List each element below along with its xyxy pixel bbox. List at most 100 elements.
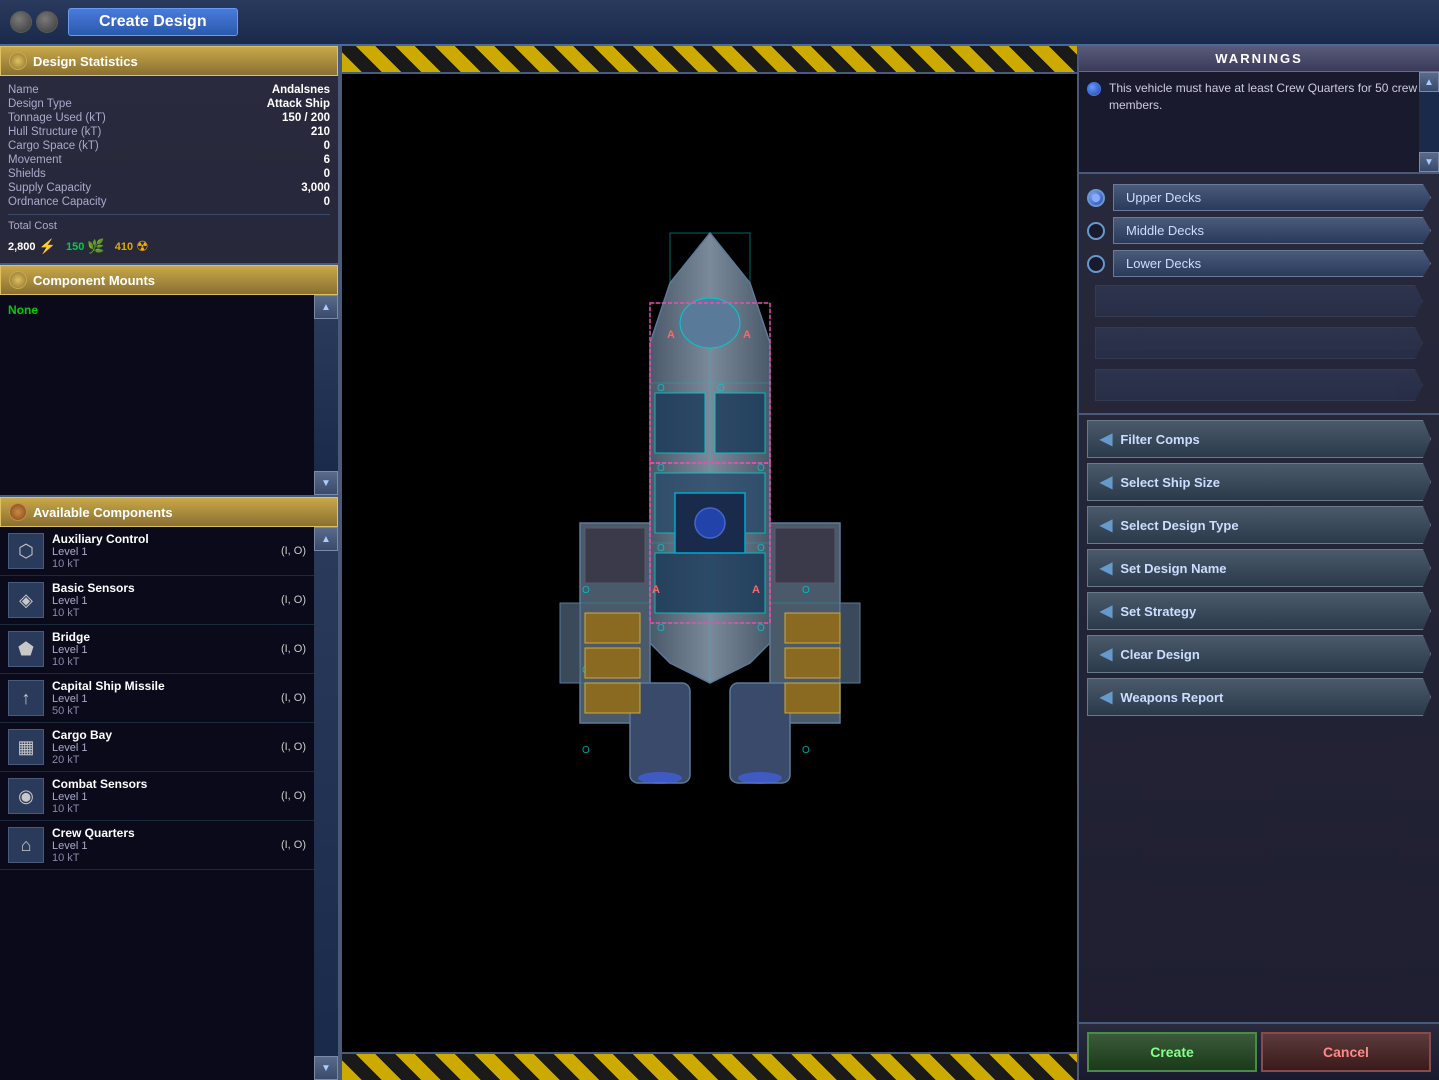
minimize-button[interactable] <box>10 11 32 33</box>
warnings-scrollbar[interactable]: ▲ ▼ <box>1419 72 1439 172</box>
action-buttons-section: ◀ Filter Comps ◀ Select Ship Size ◀ Sele… <box>1079 415 1439 1022</box>
deck-radio-lower[interactable] <box>1087 255 1105 273</box>
list-item[interactable]: ↑ Capital Ship Missile Level 1 50 kT (I,… <box>0 674 314 723</box>
credits-icon: ⚡ <box>39 238 56 255</box>
component-mounts-icon <box>9 271 27 289</box>
svg-text:O: O <box>657 463 665 474</box>
credits-cost: 2,800 ⚡ <box>8 238 56 255</box>
empty-deck-slot-2 <box>1095 327 1423 359</box>
stat-movement-value: 6 <box>324 154 330 166</box>
radioactives-value: 410 <box>115 241 133 253</box>
component-mount: (I, O) <box>281 643 306 655</box>
minerals-value: 150 <box>66 241 84 253</box>
stat-name: Name Andalsnes <box>8 84 330 96</box>
mounts-scroll-down[interactable]: ▼ <box>314 471 338 495</box>
weapons-report-arrow: ◀ <box>1100 687 1112 707</box>
stat-supply-label: Supply Capacity <box>8 182 91 194</box>
list-item[interactable]: ⬡ Auxiliary Control Level 1 10 kT (I, O) <box>0 527 314 576</box>
hazard-stripe-top <box>342 46 1077 74</box>
mounts-scroll-up[interactable]: ▲ <box>314 295 338 319</box>
components-scrollbar[interactable]: ▲ ▼ <box>314 527 338 1080</box>
set-design-name-label: Set Design Name <box>1120 561 1226 576</box>
component-mounts-section: None ▲ ▼ <box>0 295 338 497</box>
total-cost-label: Total Cost <box>8 220 330 232</box>
select-design-type-button[interactable]: ◀ Select Design Type <box>1087 506 1431 544</box>
warnings-scroll-track <box>1419 92 1439 152</box>
component-mounts-header: Component Mounts <box>0 265 338 295</box>
warnings-list: This vehicle must have at least Crew Qua… <box>1087 80 1431 164</box>
total-cost-divider: Total Cost 2,800 ⚡ 150 🌿 410 ☢ <box>8 214 330 255</box>
component-level: Level 1 <box>52 840 273 852</box>
svg-text:O: O <box>757 623 765 634</box>
component-level: Level 1 <box>52 791 273 803</box>
window-title: Create Design <box>68 8 238 36</box>
create-button[interactable]: Create <box>1087 1032 1257 1072</box>
warnings-scroll-up[interactable]: ▲ <box>1419 72 1439 92</box>
component-info: Bridge Level 1 10 kT <box>52 630 273 668</box>
empty-deck-slot-1 <box>1095 285 1423 317</box>
deck-upper-decks[interactable]: Upper Decks <box>1087 184 1431 211</box>
filter-comps-label: Filter Comps <box>1120 432 1199 447</box>
set-design-name-button[interactable]: ◀ Set Design Name <box>1087 549 1431 587</box>
clear-design-arrow: ◀ <box>1100 644 1112 664</box>
available-components-list-wrap: ⬡ Auxiliary Control Level 1 10 kT (I, O)… <box>0 527 338 1080</box>
components-scroll-track <box>314 551 338 1056</box>
components-scroll-down[interactable]: ▼ <box>314 1056 338 1080</box>
cancel-button[interactable]: Cancel <box>1261 1032 1431 1072</box>
stat-ordnance-value: 0 <box>324 196 330 208</box>
select-ship-size-button[interactable]: ◀ Select Ship Size <box>1087 463 1431 501</box>
weapons-report-button[interactable]: ◀ Weapons Report <box>1087 678 1431 716</box>
stat-tonnage-value: 150 / 200 <box>282 112 330 124</box>
ship-display-area[interactable]: O O O O O O O O A A A A O O O O O O <box>342 76 1077 1050</box>
total-cost-row: 2,800 ⚡ 150 🌿 410 ☢ <box>8 238 330 255</box>
stat-shields-value: 0 <box>324 168 330 180</box>
component-size: 50 kT <box>52 705 273 717</box>
component-name: Basic Sensors <box>52 581 273 595</box>
mounts-none-text: None <box>8 303 38 317</box>
clear-design-button[interactable]: ◀ Clear Design <box>1087 635 1431 673</box>
mounts-scrollbar[interactable]: ▲ ▼ <box>314 295 338 495</box>
list-item[interactable]: ◉ Combat Sensors Level 1 10 kT (I, O) <box>0 772 314 821</box>
bottom-buttons: Create Cancel <box>1079 1022 1439 1080</box>
radioactives-icon: ☢ <box>136 238 149 255</box>
component-mount: (I, O) <box>281 594 306 606</box>
set-strategy-button[interactable]: ◀ Set Strategy <box>1087 592 1431 630</box>
stat-cargo: Cargo Space (kT) 0 <box>8 140 330 152</box>
components-scroll-up[interactable]: ▲ <box>314 527 338 551</box>
component-info: Crew Quarters Level 1 10 kT <box>52 826 273 864</box>
list-item[interactable]: ◈ Basic Sensors Level 1 10 kT (I, O) <box>0 576 314 625</box>
stat-name-value: Andalsnes <box>272 84 330 96</box>
deck-label-upper[interactable]: Upper Decks <box>1113 184 1431 211</box>
stat-name-label: Name <box>8 84 39 96</box>
minerals-icon: 🌿 <box>87 238 104 255</box>
select-design-type-label: Select Design Type <box>1120 518 1238 533</box>
component-size: 10 kT <box>52 852 273 864</box>
filter-comps-button[interactable]: ◀ Filter Comps <box>1087 420 1431 458</box>
radioactives-cost: 410 ☢ <box>115 238 149 255</box>
deck-radio-upper[interactable] <box>1087 189 1105 207</box>
component-name: Crew Quarters <box>52 826 273 840</box>
maximize-button[interactable] <box>36 11 58 33</box>
deck-lower-decks[interactable]: Lower Decks <box>1087 250 1431 277</box>
available-components-icon <box>9 503 27 521</box>
component-level: Level 1 <box>52 693 273 705</box>
deck-radio-middle[interactable] <box>1087 222 1105 240</box>
warnings-scroll-down[interactable]: ▼ <box>1419 152 1439 172</box>
svg-text:A: A <box>652 584 660 596</box>
component-mount: (I, O) <box>281 741 306 753</box>
stat-design-type-value: Attack Ship <box>267 98 330 110</box>
list-item[interactable]: ⬟ Bridge Level 1 10 kT (I, O) <box>0 625 314 674</box>
deck-middle-decks[interactable]: Middle Decks <box>1087 217 1431 244</box>
component-name: Bridge <box>52 630 273 644</box>
select-ship-size-label: Select Ship Size <box>1120 475 1220 490</box>
deck-label-middle[interactable]: Middle Decks <box>1113 217 1431 244</box>
svg-text:O: O <box>802 585 810 596</box>
window-controls[interactable] <box>10 11 58 33</box>
list-item[interactable]: ⌂ Crew Quarters Level 1 10 kT (I, O) <box>0 821 314 870</box>
list-item[interactable]: ▦ Cargo Bay Level 1 20 kT (I, O) <box>0 723 314 772</box>
available-components-list: ⬡ Auxiliary Control Level 1 10 kT (I, O)… <box>0 527 314 1080</box>
deck-label-lower[interactable]: Lower Decks <box>1113 250 1431 277</box>
component-icon: ⬟ <box>8 631 44 667</box>
stat-design-type: Design Type Attack Ship <box>8 98 330 110</box>
stat-supply-value: 3,000 <box>301 182 330 194</box>
